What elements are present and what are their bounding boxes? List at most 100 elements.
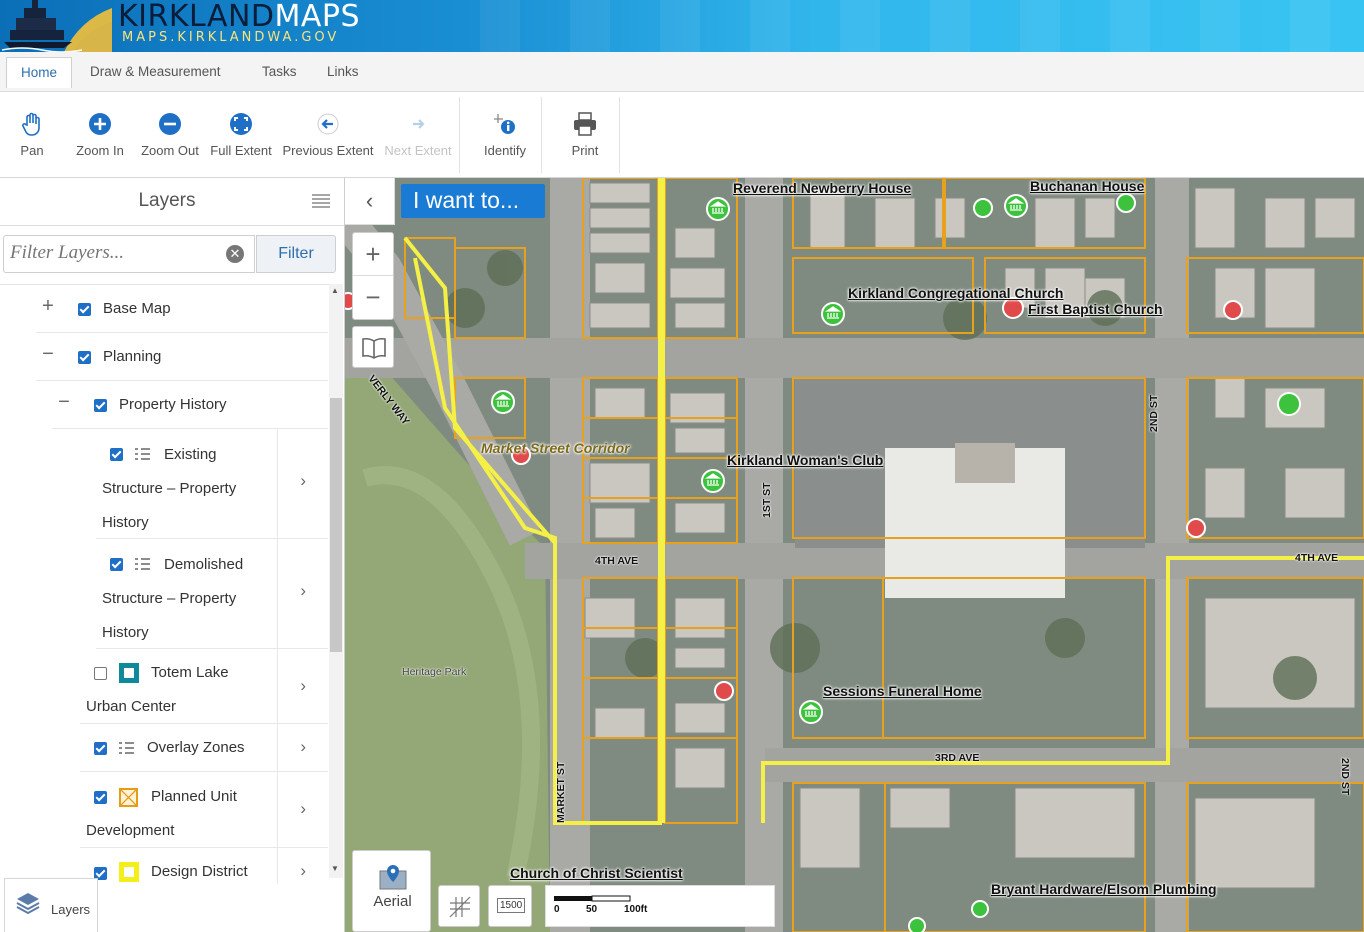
layer-item-demolished-structure[interactable]: Demolished Structure – Property History … — [96, 539, 328, 649]
road-label-market-st: MARKET ST — [555, 761, 567, 823]
layer-item-overlay-zones[interactable]: Overlay Zones › — [80, 724, 328, 772]
previous-extent-icon — [317, 113, 339, 135]
basemap-toggle-aerial[interactable]: Aerial — [352, 850, 431, 932]
full-extent-label: Full Extent — [210, 143, 272, 158]
map-label-church-of-christ-scientist[interactable]: Church of Christ Scientist — [510, 865, 683, 881]
app-banner: KIRKLANDMAPS MAPS.KIRKLANDWA.GOV — [0, 0, 1364, 52]
zoom-in-label: Zoom In — [76, 143, 124, 158]
row-divider — [277, 724, 278, 771]
layer-item-planned-unit-development[interactable]: Planned Unit Development › — [80, 772, 328, 848]
app-subtitle: MAPS.KIRKLANDWA.GOV — [122, 30, 340, 45]
chevron-right-icon[interactable]: › — [300, 737, 306, 757]
identify-icon — [494, 114, 515, 134]
map-zoom-out-button[interactable]: − — [353, 276, 393, 319]
print-tool-group: Print — [550, 97, 620, 173]
previous-extent-button[interactable]: Previous Extent — [280, 97, 376, 167]
map-label-market-street-corridor[interactable]: Market Street Corridor — [481, 440, 630, 456]
layer-item-planning[interactable]: − Planning — [36, 333, 328, 381]
scroll-up-icon[interactable]: ▲ — [331, 286, 339, 295]
layer-label: History — [102, 624, 149, 641]
row-divider — [277, 539, 278, 648]
layer-checkbox[interactable] — [78, 351, 91, 364]
legend-list-icon — [135, 558, 150, 570]
map-label-reverend-newberry-house[interactable]: Reverend Newberry House — [733, 180, 911, 196]
layer-tree: + Base Map − Planning − Property History… — [0, 284, 330, 884]
expand-icon[interactable]: + — [40, 295, 56, 318]
filter-layers-input[interactable] — [4, 236, 214, 270]
print-button[interactable]: Print — [556, 97, 614, 167]
layers-bottom-tab[interactable]: Layers — [4, 878, 98, 932]
scrollbar-thumb[interactable] — [330, 398, 342, 652]
layer-item-existing-structure[interactable]: Existing Structure – Property History › — [96, 429, 328, 539]
map-label-buchanan-house[interactable]: Buchanan House — [1030, 178, 1144, 194]
layer-label: Existing — [164, 446, 217, 463]
row-divider — [277, 649, 278, 723]
measure-button[interactable] — [438, 885, 480, 927]
bookmarks-button[interactable] — [352, 326, 394, 368]
zoom-in-button[interactable]: Zoom In — [70, 97, 130, 167]
map-label-kirkland-congregational-church[interactable]: Kirkland Congregational Church — [848, 285, 1063, 301]
map-zoom-in-button[interactable]: + — [353, 233, 393, 276]
layer-item-property-history[interactable]: − Property History — [52, 381, 328, 429]
chevron-right-icon[interactable]: › — [300, 471, 306, 491]
map-label-bryant-hardware[interactable]: Bryant Hardware/Elsom Plumbing — [991, 881, 1217, 897]
scroll-down-icon[interactable]: ▼ — [331, 864, 339, 873]
tab-links[interactable]: Links — [313, 57, 373, 87]
banner-decoration — [480, 0, 1364, 52]
road-label-4th-ave-east: 4TH AVE — [1295, 552, 1339, 564]
i-want-to-button[interactable]: I want to... — [401, 184, 545, 218]
chevron-right-icon[interactable]: › — [300, 581, 306, 601]
layer-checkbox[interactable] — [94, 791, 107, 804]
hamburger-menu-icon[interactable] — [312, 194, 330, 208]
pan-button[interactable]: Pan — [12, 97, 52, 167]
ribbon-tabbar: Home Draw & Measurement Tasks Links — [0, 52, 1364, 92]
map-label-first-baptist-church[interactable]: First Baptist Church — [1028, 301, 1163, 317]
layer-checkbox[interactable] — [110, 558, 123, 571]
map-label-kirkland-womans-club[interactable]: Kirkland Woman's Club — [727, 452, 883, 468]
chevron-right-icon[interactable]: › — [300, 676, 306, 696]
full-extent-button[interactable]: Full Extent — [208, 97, 274, 167]
map-label-sessions-funeral-home[interactable]: Sessions Funeral Home — [823, 683, 982, 699]
identify-button[interactable]: Identify — [472, 97, 538, 167]
filter-layers-field: ✕ — [3, 235, 255, 273]
map-view[interactable]: Reverend Newberry House Buchanan House K… — [345, 178, 1364, 932]
layer-label: Planned Unit — [151, 788, 237, 805]
chevron-right-icon[interactable]: › — [300, 861, 306, 881]
clear-filter-icon[interactable]: ✕ — [226, 245, 244, 263]
scale-input-button[interactable]: 1500 — [488, 885, 532, 927]
scale-input[interactable]: 1500 — [497, 898, 526, 913]
map-zoom-controls: + − — [352, 232, 394, 320]
collapse-panel-button[interactable]: ‹ — [345, 178, 395, 225]
layer-checkbox[interactable] — [94, 667, 107, 680]
collapse-icon[interactable]: − — [40, 343, 56, 366]
row-divider — [277, 772, 278, 847]
layer-item-totem-lake[interactable]: Totem Lake Urban Center › — [80, 649, 328, 724]
zoom-out-icon — [159, 113, 181, 135]
legend-hatched-square-icon — [119, 788, 138, 807]
legend-square-icon — [119, 862, 139, 882]
layer-item-base-map[interactable]: + Base Map — [36, 285, 328, 333]
filter-button[interactable]: Filter — [256, 235, 336, 273]
row-divider — [277, 848, 278, 884]
collapse-icon[interactable]: − — [56, 391, 72, 414]
zoom-out-button[interactable]: Zoom Out — [136, 97, 204, 167]
layer-checkbox[interactable] — [110, 448, 123, 461]
layer-checkbox[interactable] — [78, 303, 91, 316]
app-title-a: KIRKLAND — [118, 0, 275, 34]
layers-panel: Layers ✕ Filter + Base Map − Planning − … — [0, 178, 345, 932]
tab-tasks[interactable]: Tasks — [248, 57, 311, 87]
scale-bar: 0 50 100ft — [545, 885, 775, 927]
tab-draw-measurement[interactable]: Draw & Measurement — [76, 57, 235, 87]
app-title: KIRKLANDMAPS — [118, 0, 360, 34]
previous-extent-label: Previous Extent — [282, 143, 374, 158]
zoom-out-label: Zoom Out — [141, 143, 199, 158]
road-label-2nd-st-south: 2ND ST — [1339, 758, 1351, 796]
tab-home[interactable]: Home — [6, 57, 73, 88]
layer-label: Base Map — [103, 300, 171, 317]
layer-checkbox[interactable] — [94, 399, 107, 412]
layer-item-design-district[interactable]: Design District › — [80, 848, 328, 884]
next-extent-button[interactable]: Next Extent — [382, 97, 454, 167]
chevron-right-icon[interactable]: › — [300, 799, 306, 819]
layer-checkbox[interactable] — [94, 742, 107, 755]
zoom-in-icon — [89, 113, 111, 135]
